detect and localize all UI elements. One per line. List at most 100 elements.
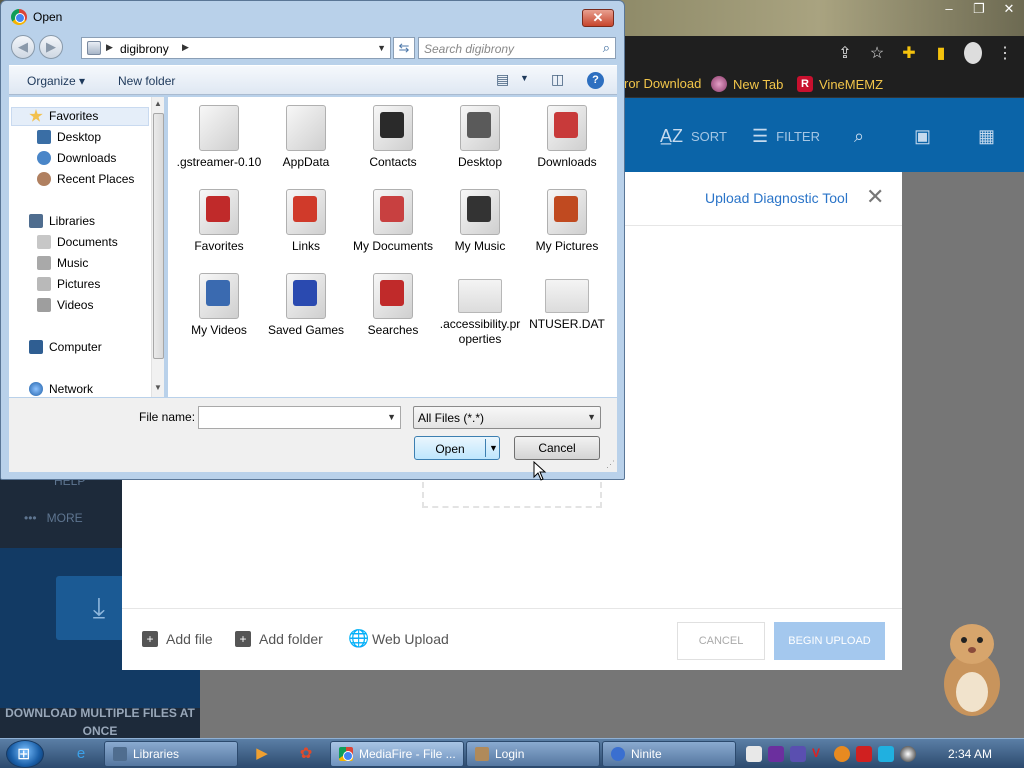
sidebar-icon[interactable]: ▮ xyxy=(932,43,950,63)
add-folder-button[interactable]: + Add folder xyxy=(235,631,323,647)
nav-item-network[interactable]: Network xyxy=(29,382,93,396)
taskbar-button-libraries[interactable]: Libraries xyxy=(104,741,238,767)
profile-avatar[interactable] xyxy=(964,42,982,64)
close-icon[interactable]: ✕ xyxy=(866,186,884,208)
bookmark-item[interactable]: New Tab xyxy=(711,76,783,92)
nav-item-downloads[interactable]: Downloads xyxy=(37,151,116,165)
sidebar-item-more[interactable]: ••• MORE xyxy=(24,511,83,525)
nav-pane-scrollbar[interactable]: ▲ ▼ xyxy=(151,97,164,397)
nav-item-favorites[interactable]: Favorites xyxy=(29,109,98,123)
open-button[interactable]: Open ▼ xyxy=(414,436,500,460)
preview-pane-icon[interactable]: ◫ xyxy=(551,71,564,88)
scroll-up-icon[interactable]: ▲ xyxy=(154,99,162,108)
chevron-down-icon[interactable]: ▼ xyxy=(387,412,396,422)
breadcrumb-separator-icon[interactable]: ▶ xyxy=(182,42,189,53)
file-item[interactable]: Contacts xyxy=(350,97,436,170)
grid-view-button[interactable]: ▦ xyxy=(978,126,995,147)
search-icon[interactable]: ⌕ xyxy=(603,40,610,56)
file-type-select[interactable]: All Files (*.*) ▼ xyxy=(413,406,601,429)
file-item[interactable]: Downloads xyxy=(524,97,610,170)
extensions-icon[interactable]: ✚ xyxy=(900,43,918,63)
file-item[interactable]: Links xyxy=(263,181,349,254)
media-player-icon[interactable]: ▶ xyxy=(251,743,273,765)
file-item[interactable]: Desktop xyxy=(437,97,523,170)
nav-label: Desktop xyxy=(57,130,102,144)
cancel-button[interactable]: Cancel xyxy=(514,436,600,460)
tray-app-icon[interactable] xyxy=(746,746,762,762)
internet-explorer-icon[interactable]: e xyxy=(70,743,92,765)
onenote-icon[interactable] xyxy=(768,746,784,762)
file-item[interactable]: Saved Games xyxy=(263,265,349,338)
nav-item-music[interactable]: Music xyxy=(37,256,88,270)
filter-button[interactable]: ☰ FILTER xyxy=(752,126,820,147)
search-input[interactable]: Search digibrony ⌕ xyxy=(418,37,616,59)
file-item[interactable]: My Music xyxy=(437,181,523,254)
file-item[interactable]: Favorites xyxy=(176,181,262,254)
back-button[interactable]: ◀ xyxy=(11,35,35,59)
resize-grip-icon[interactable]: ⋰ xyxy=(606,459,615,470)
file-name-input[interactable]: ▼ xyxy=(198,406,401,429)
nav-item-documents[interactable]: Documents xyxy=(37,235,118,249)
nav-item-libraries[interactable]: Libraries xyxy=(29,214,95,228)
minimize-icon[interactable]: – xyxy=(934,0,964,20)
file-item[interactable]: NTUSER.DAT xyxy=(524,265,610,332)
chevron-down-icon[interactable]: ▼ xyxy=(520,73,529,83)
begin-upload-button[interactable]: BEGIN UPLOAD xyxy=(774,622,885,660)
app-icon[interactable]: ✿ xyxy=(295,743,317,765)
flag-icon[interactable] xyxy=(856,746,872,762)
chevron-down-icon[interactable]: ▼ xyxy=(489,443,498,453)
view-options-icon[interactable]: ▤ xyxy=(496,71,509,88)
scroll-down-icon[interactable]: ▼ xyxy=(154,383,162,392)
nav-item-recent-places[interactable]: Recent Places xyxy=(37,172,134,186)
new-folder-button[interactable]: New folder xyxy=(118,74,175,88)
share-icon[interactable]: ⇪ xyxy=(836,43,854,63)
nav-item-videos[interactable]: Videos xyxy=(37,298,93,312)
chevron-down-icon[interactable]: ▼ xyxy=(377,43,386,53)
tray-search-icon[interactable] xyxy=(834,746,850,762)
clock[interactable]: 2:34 AM xyxy=(948,747,992,761)
help-icon[interactable]: ? xyxy=(587,72,604,89)
organize-button[interactable]: Organize ▾ xyxy=(27,74,85,88)
file-item[interactable]: AppData xyxy=(263,97,349,170)
taskbar-button-mediafire[interactable]: MediaFire - File ... xyxy=(330,741,464,767)
restore-icon[interactable]: ❐ xyxy=(964,0,994,20)
forward-button[interactable]: ▶ xyxy=(39,35,63,59)
file-item[interactable]: My Videos xyxy=(176,265,262,338)
bookmark-label: ror Download xyxy=(624,76,702,91)
file-item[interactable]: My Pictures xyxy=(524,181,610,254)
taskbar-button-login[interactable]: Login xyxy=(466,741,600,767)
sort-button[interactable]: A̲Z SORT xyxy=(660,126,727,147)
file-item[interactable]: .gstreamer-0.10 xyxy=(176,97,262,170)
bookmark-item[interactable]: ror Download xyxy=(624,76,701,91)
upload-diagnostic-link[interactable]: Upload Diagnostic Tool xyxy=(705,190,848,206)
taskbar-button-ninite[interactable]: Ninite xyxy=(602,741,736,767)
add-file-button[interactable]: + Add file xyxy=(142,631,213,647)
refresh-button[interactable]: ⇆ xyxy=(393,37,415,59)
start-button[interactable] xyxy=(6,740,44,768)
scrollbar-thumb[interactable] xyxy=(153,113,164,359)
tray-app-icon[interactable] xyxy=(790,746,806,762)
bookmark-item[interactable]: R VineMEMZ xyxy=(797,76,883,92)
close-icon[interactable]: ✕ xyxy=(994,0,1024,20)
back-arrow-icon: ◀ xyxy=(18,39,28,54)
nav-item-pictures[interactable]: Pictures xyxy=(37,277,100,291)
nav-item-desktop[interactable]: Desktop xyxy=(37,130,101,144)
display-icon[interactable] xyxy=(878,746,894,762)
nav-item-computer[interactable]: Computer xyxy=(29,340,102,354)
breadcrumb-separator-icon[interactable]: ▶ xyxy=(106,42,113,53)
upload-cancel-button[interactable]: CANCEL xyxy=(677,622,765,660)
antivirus-icon[interactable]: V xyxy=(812,746,828,762)
volume-icon[interactable] xyxy=(900,746,916,762)
breadcrumb-current[interactable]: digibrony xyxy=(120,42,169,56)
file-item[interactable]: Searches xyxy=(350,265,436,338)
file-item[interactable]: My Documents xyxy=(350,181,436,254)
address-bar[interactable]: ▶ digibrony ▶ ▼ xyxy=(81,37,391,59)
search-button[interactable]: ⌕ xyxy=(854,126,864,147)
menu-icon[interactable]: ⋮ xyxy=(996,43,1014,63)
file-item[interactable]: .accessibility.properties xyxy=(437,265,523,347)
web-upload-button[interactable]: 🌐 Web Upload xyxy=(348,630,449,647)
dialog-close-button[interactable]: ✕ xyxy=(582,9,614,27)
star-icon[interactable]: ☆ xyxy=(868,43,886,63)
chevron-down-icon[interactable]: ▼ xyxy=(587,412,596,422)
new-folder-button[interactable]: ▣ xyxy=(914,126,931,147)
